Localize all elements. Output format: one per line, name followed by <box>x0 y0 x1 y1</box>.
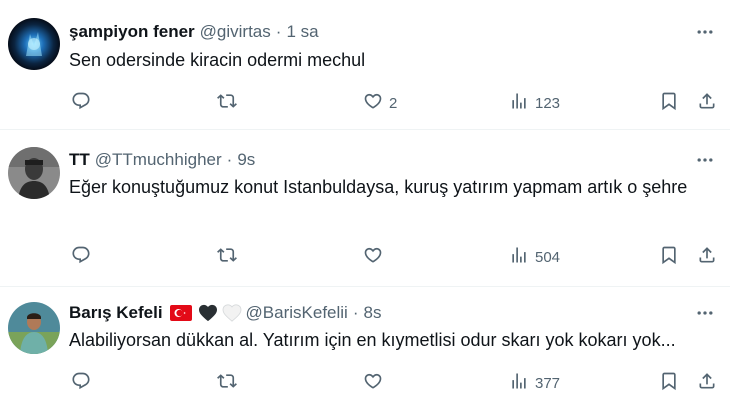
tweet-header: TT @TTmuchhigher · 9s <box>69 148 670 172</box>
reply-icon <box>71 91 91 115</box>
more-icon[interactable] <box>690 148 720 172</box>
views-count: 377 <box>535 374 561 392</box>
display-name[interactable]: TT <box>69 150 90 170</box>
user-handle[interactable]: @TTmuchhigher <box>95 150 222 170</box>
user-handle[interactable]: @givirtas <box>200 22 271 42</box>
display-name[interactable]: Barış Kefeli <box>69 303 163 323</box>
tweet-text: Eğer konuştuğumuz konut Istanbuldaysa, k… <box>69 177 688 197</box>
retweet-button[interactable] <box>217 370 237 396</box>
action-bar: 377 <box>69 370 722 396</box>
views-icon <box>509 245 529 269</box>
like-icon <box>363 91 383 115</box>
turkey-flag-icon <box>169 305 192 321</box>
like-icon <box>363 371 383 395</box>
retweet-icon <box>217 371 237 395</box>
tweet[interactable]: TT @TTmuchhigher · 9s Eğer konuştuğumuz … <box>0 130 730 287</box>
reply-button[interactable] <box>71 90 91 116</box>
retweet-button[interactable] <box>217 90 237 116</box>
share-button[interactable] <box>697 244 717 270</box>
like-count: 2 <box>389 94 398 112</box>
views-button[interactable]: 504 <box>509 244 560 270</box>
share-icon <box>697 371 717 395</box>
timestamp[interactable]: 9s <box>237 150 255 170</box>
views-count: 504 <box>535 248 561 266</box>
bookmark-button[interactable] <box>659 244 679 270</box>
views-count: 123 <box>535 94 561 112</box>
display-name[interactable]: şampiyon fener <box>69 22 195 42</box>
share-button[interactable] <box>697 370 717 396</box>
views-icon <box>509 91 529 115</box>
retweet-icon <box>217 245 237 269</box>
views-icon <box>509 371 529 395</box>
reply-button[interactable] <box>71 370 91 396</box>
tweet[interactable]: Barış Kefeli @BarisKefelii · 8s Alabiliy… <box>0 287 730 420</box>
separator-dot: · <box>226 150 233 169</box>
tweet-header: şampiyon fener @givirtas · 1 sa <box>69 20 670 44</box>
more-icon[interactable] <box>690 301 720 325</box>
black-heart-icon <box>198 304 218 322</box>
tweet-text: Alabiliyorsan dükkan al. Yatırım için en… <box>69 330 676 350</box>
tweet-header: Barış Kefeli @BarisKefelii · 8s <box>69 301 670 325</box>
timeline-feed: şampiyon fener @givirtas · 1 sa Sen oder… <box>0 0 730 420</box>
user-handle[interactable]: @BarisKefelii <box>246 303 348 323</box>
separator-dot: · <box>275 22 282 41</box>
share-icon <box>697 245 717 269</box>
reply-icon <box>71 245 91 269</box>
timestamp[interactable]: 1 sa <box>286 22 318 42</box>
share-button[interactable] <box>697 90 717 116</box>
retweet-button[interactable] <box>217 244 237 270</box>
like-icon <box>363 245 383 269</box>
views-button[interactable]: 377 <box>509 370 560 396</box>
like-button[interactable] <box>363 370 383 396</box>
share-icon <box>697 91 717 115</box>
bookmark-button[interactable] <box>659 90 679 116</box>
action-bar: 2 123 <box>69 90 722 116</box>
avatar[interactable] <box>8 18 60 70</box>
bookmark-icon <box>659 371 679 395</box>
tweet-text: Sen odersinde kiracin odermi mechul <box>69 50 366 70</box>
more-icon[interactable] <box>690 20 720 44</box>
bookmark-icon <box>659 91 679 115</box>
avatar[interactable] <box>8 147 60 199</box>
like-button[interactable]: 2 <box>363 90 397 116</box>
white-heart-icon <box>222 304 242 322</box>
bookmark-button[interactable] <box>659 370 679 396</box>
like-button[interactable] <box>363 244 383 270</box>
views-button[interactable]: 123 <box>509 90 560 116</box>
timestamp[interactable]: 8s <box>364 303 382 323</box>
bookmark-icon <box>659 245 679 269</box>
retweet-icon <box>217 91 237 115</box>
reply-button[interactable] <box>71 244 91 270</box>
action-bar: 504 <box>69 244 722 270</box>
tweet[interactable]: şampiyon fener @givirtas · 1 sa Sen oder… <box>0 0 730 130</box>
reply-icon <box>71 371 91 395</box>
avatar[interactable] <box>8 302 60 354</box>
separator-dot: · <box>352 303 359 322</box>
